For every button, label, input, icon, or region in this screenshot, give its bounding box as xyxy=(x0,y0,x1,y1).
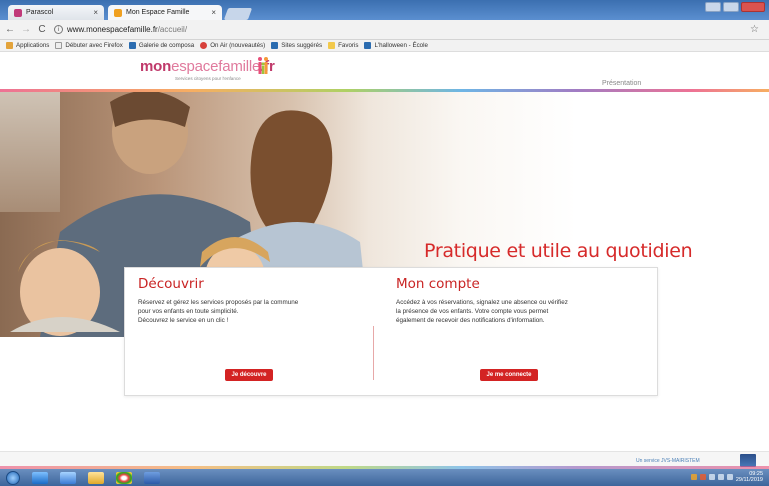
back-arrow-icon[interactable]: ← xyxy=(4,24,16,35)
nav-presentation-link[interactable]: Présentation xyxy=(602,80,641,87)
url-host: www.monespacefamille.fr xyxy=(67,25,158,34)
account-text-1: Accédez à vos réservations, signalez une… xyxy=(396,299,568,306)
logo-text: famille xyxy=(218,58,261,75)
close-window-button[interactable] xyxy=(741,2,765,12)
minimize-button[interactable] xyxy=(705,2,721,12)
footer-credit-link[interactable]: Un service JVS-MAIRISTEM xyxy=(636,458,700,464)
tab-parascol[interactable]: Parascol × xyxy=(8,5,104,20)
ie-icon[interactable] xyxy=(32,471,48,484)
tab-label: Mon Espace Famille xyxy=(126,9,190,16)
url-field[interactable]: i www.monespacefamille.fr /accueil/ xyxy=(54,23,744,37)
column-divider xyxy=(373,326,374,380)
tab-close-icon[interactable]: × xyxy=(93,8,98,17)
forward-arrow-icon[interactable]: → xyxy=(20,24,32,35)
page-icon xyxy=(55,42,63,49)
url-path: /accueil/ xyxy=(157,25,188,34)
bookmark-label: L'halloween - École xyxy=(374,42,428,49)
bookmark-favicon-icon xyxy=(364,42,372,49)
account-text-2: la présence de vos enfants. Votre compte… xyxy=(396,308,549,315)
site-tagline: Services citoyens pour l'enfance xyxy=(175,76,241,81)
bookmark-favicon-icon xyxy=(271,42,279,49)
bookmark-favicon-icon xyxy=(200,42,208,49)
bookmark-star-icon[interactable]: ☆ xyxy=(750,24,759,35)
address-bar: ← → C i www.monespacefamille.fr /accueil… xyxy=(0,20,769,40)
hero-title: Pratique et utile au quotidien xyxy=(424,240,693,262)
bookmark-label: Débuter avec Firefox xyxy=(65,42,123,49)
word-icon[interactable] xyxy=(144,471,160,484)
site-footer: Un service JVS-MAIRISTEM xyxy=(0,451,769,469)
tab-mon-espace-famille[interactable]: Mon Espace Famille × xyxy=(108,5,222,20)
maximize-button[interactable] xyxy=(723,2,739,12)
tray-app-icon[interactable] xyxy=(699,474,706,480)
bookmarks-bar: Applications Débuter avec Firefox Galeri… xyxy=(0,40,769,52)
site-header: monespacefamille.fr Services citoyens po… xyxy=(0,52,769,92)
discover-text-2: pour vos enfants en toute simplicité. xyxy=(138,308,239,315)
bookmark-sites-suggeres[interactable]: Sites suggérés xyxy=(271,42,322,49)
site-info-icon[interactable]: i xyxy=(54,25,63,34)
bookmark-applications[interactable]: Applications xyxy=(6,42,49,49)
media-player-icon[interactable] xyxy=(60,471,76,484)
reload-icon[interactable]: C xyxy=(36,24,48,35)
account-text-3: également de recevoir des notifications … xyxy=(396,317,545,324)
chrome-icon[interactable] xyxy=(116,471,132,484)
discover-title: Découvrir xyxy=(138,276,204,292)
file-explorer-icon[interactable] xyxy=(88,471,104,484)
tray-flag-icon[interactable] xyxy=(708,474,715,480)
bookmark-firefox[interactable]: Débuter avec Firefox xyxy=(55,42,123,49)
tab-favicon-icon xyxy=(14,8,22,17)
logo-text: mon xyxy=(140,58,172,75)
clock-date: 29/11/2019 xyxy=(735,477,763,483)
tab-favicon-icon xyxy=(114,8,122,17)
folder-icon xyxy=(328,42,336,49)
account-title: Mon compte xyxy=(396,276,480,292)
bookmark-favicon-icon xyxy=(128,42,136,49)
apps-grid-icon xyxy=(6,42,13,49)
family-logo-icon xyxy=(258,57,268,74)
tray-app-icon[interactable] xyxy=(690,474,697,480)
browser-tabstrip: Parascol × Mon Espace Famille × xyxy=(0,0,769,20)
tab-close-icon[interactable]: × xyxy=(211,8,216,17)
bookmark-galerie[interactable]: Galerie de composa xyxy=(128,42,195,49)
bookmark-label: On Air (nouveautés) xyxy=(210,42,266,49)
bookmark-on-air[interactable]: On Air (nouveautés) xyxy=(200,42,265,49)
taskbar-clock[interactable]: 09:25 29/11/2019 xyxy=(736,471,763,483)
discover-column: Découvrir Réservez et gérez les services… xyxy=(138,276,368,381)
window-controls xyxy=(705,2,765,12)
new-tab-button[interactable] xyxy=(223,8,253,20)
services-panel: Découvrir Réservez et gérez les services… xyxy=(124,267,658,396)
tab-label: Parascol xyxy=(26,9,54,16)
system-tray: 09:25 29/11/2019 xyxy=(690,471,763,483)
volume-icon[interactable] xyxy=(726,474,733,480)
bookmark-label: Favoris xyxy=(338,42,359,49)
discover-text-3: Découvrez le service en un clic ! xyxy=(138,317,229,324)
bookmark-favoris[interactable]: Favoris xyxy=(328,42,358,49)
bookmark-label: Applications xyxy=(16,42,50,49)
discover-button[interactable]: Je découvre xyxy=(225,369,273,381)
os-taskbar: 09:25 29/11/2019 xyxy=(0,469,769,486)
bookmark-label: Sites suggérés xyxy=(281,42,323,49)
account-column: Mon compte Accédez à vos réservations, s… xyxy=(396,276,646,381)
bookmark-label: Galerie de composa xyxy=(138,42,195,49)
site-logo[interactable]: monespacefamille.fr xyxy=(140,58,275,75)
bookmark-halloween[interactable]: L'halloween - École xyxy=(364,42,428,49)
login-button[interactable]: Je me connecte xyxy=(480,369,538,381)
logo-text: espace xyxy=(171,58,219,75)
network-icon[interactable] xyxy=(717,474,724,480)
discover-text-1: Réservez et gérez les services proposés … xyxy=(138,299,299,306)
start-button[interactable] xyxy=(6,470,20,485)
